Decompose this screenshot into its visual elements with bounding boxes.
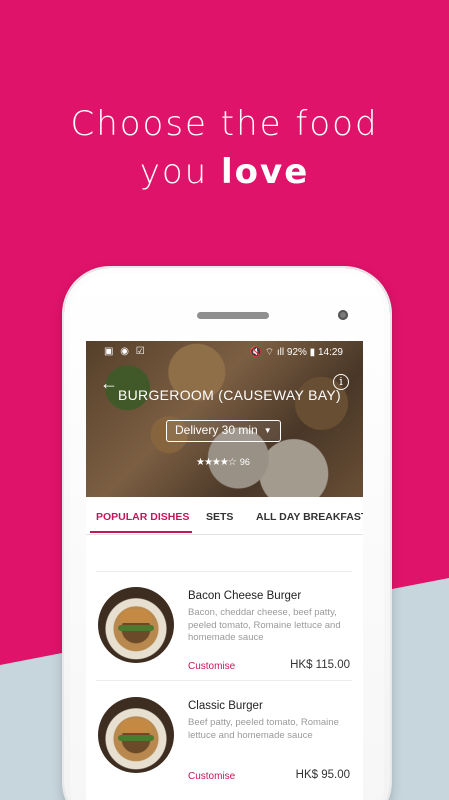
delivery-time-dropdown[interactable]: Delivery 30 min ▼ [166, 420, 281, 442]
phone-camera [338, 310, 348, 320]
dish-name: Classic Burger [188, 700, 263, 712]
headline-bold-word: love [221, 152, 310, 192]
item-divider [96, 680, 352, 681]
customise-link[interactable]: Customise [188, 661, 235, 672]
tab-all-day-breakfast[interactable]: ALL DAY BREAKFAST [256, 511, 363, 523]
info-icon[interactable]: i [333, 374, 349, 390]
section-divider [96, 571, 352, 572]
headline-prefix: you [139, 152, 222, 192]
status-notification-icons: ▣ ◉ ☑ [104, 346, 147, 357]
app-screen: ▣ ◉ ☑ 🔇 ⌔ ıll 92% ▮ 14:29 ← BURGEROOM (C… [86, 341, 363, 800]
restaurant-header: ▣ ◉ ☑ 🔇 ⌔ ıll 92% ▮ 14:29 ← BURGEROOM (C… [86, 341, 363, 497]
active-tab-indicator [90, 531, 192, 533]
customise-link[interactable]: Customise [188, 771, 235, 782]
headline-line-2: you love [0, 152, 449, 192]
menu-item[interactable]: Bacon Cheese Burger Bacon, cheddar chees… [86, 579, 363, 689]
back-arrow-icon[interactable]: ← [100, 373, 118, 394]
dish-description: Bacon, cheddar cheese, beef patty, peele… [188, 607, 341, 643]
menu-tabs: POPULAR DISHES SETS ALL DAY BREAKFAST [86, 497, 363, 535]
dish-image [98, 697, 174, 773]
status-system-info: 🔇 ⌔ ıll 92% ▮ 14:29 [249, 347, 343, 358]
tab-popular-dishes[interactable]: POPULAR DISHES [96, 511, 189, 523]
menu-item[interactable]: Classic Burger Beef patty, peeled tomato… [86, 689, 363, 799]
rating-count: 96 [239, 457, 250, 467]
dish-image [98, 587, 174, 663]
chevron-down-icon: ▼ [263, 426, 272, 435]
dish-price: HK$ 115.00 [290, 659, 350, 671]
delivery-label: Delivery 30 min [175, 423, 258, 437]
rating: ★★★★☆ 96 [196, 457, 250, 468]
tab-sets[interactable]: SETS [206, 511, 233, 523]
dish-description: Beef patty, peeled tomato, Romaine lettu… [188, 717, 339, 741]
star-rating-icon: ★★★★☆ [196, 457, 237, 468]
restaurant-name: BURGEROOM (CAUSEWAY BAY) [118, 387, 341, 403]
phone-speaker [197, 312, 269, 319]
dish-price: HK$ 95.00 [295, 769, 350, 781]
headline-line-1: Choose the food [70, 104, 379, 144]
dish-name: Bacon Cheese Burger [188, 590, 302, 602]
status-bar: ▣ ◉ ☑ 🔇 ⌔ ıll 92% ▮ 14:29 [86, 341, 363, 363]
